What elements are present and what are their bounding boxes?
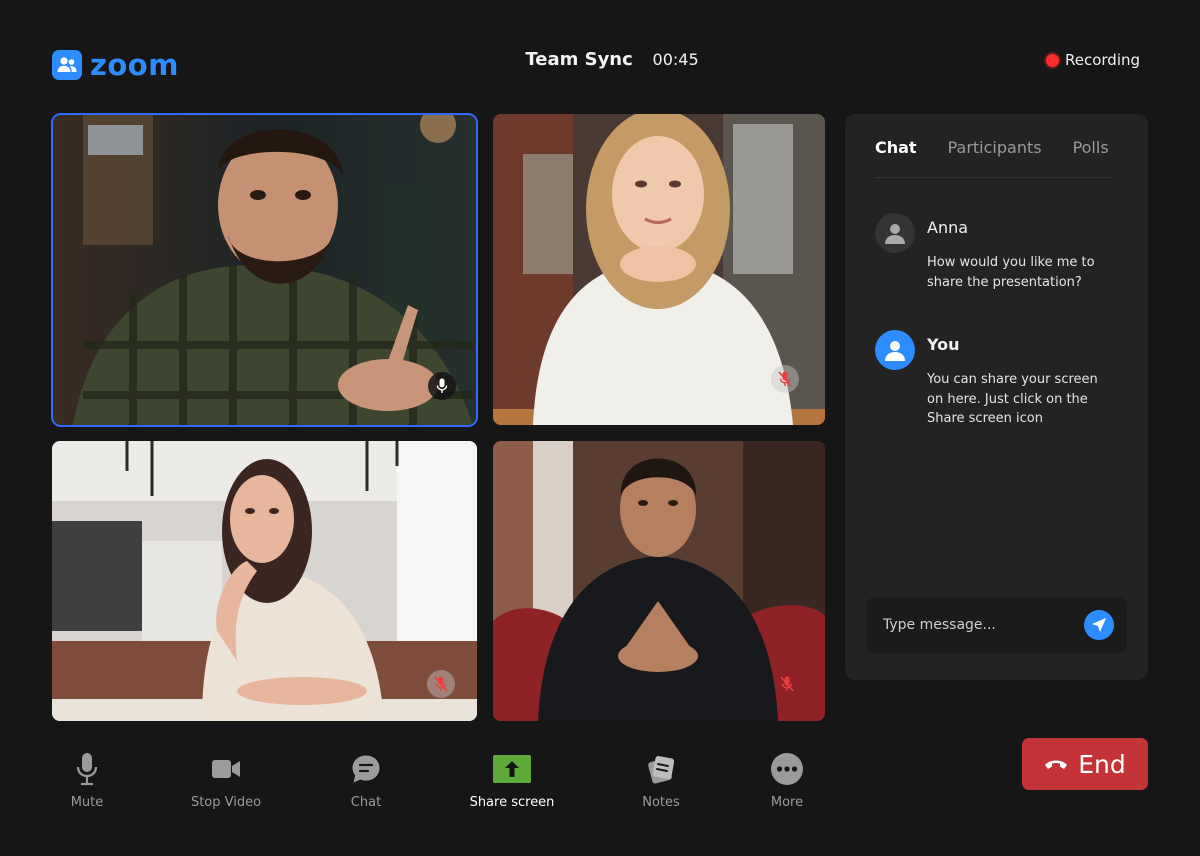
video-tile-participant-3[interactable] (52, 441, 477, 721)
avatar-self-icon (875, 330, 915, 370)
recording-label: Recording (1065, 51, 1141, 69)
avatar-default-icon (875, 213, 915, 253)
chat-label: Chat (350, 795, 382, 810)
microphone-icon (27, 750, 147, 788)
notes-label: Notes (642, 795, 680, 810)
hang-up-phone-icon (1045, 760, 1068, 769)
mic-muted-icon (771, 365, 799, 393)
tab-participants[interactable]: Participants (948, 138, 1042, 177)
video-camera-icon (166, 750, 286, 788)
message-text: How would you like me to share the prese… (927, 255, 1095, 290)
video-tile-participant-2[interactable] (493, 114, 825, 425)
message-sender: You (927, 335, 960, 354)
message-sender: Anna (927, 218, 969, 237)
tab-chat[interactable]: Chat (875, 138, 917, 177)
message-input[interactable] (883, 597, 1073, 653)
message-composer (867, 597, 1127, 653)
chat-button[interactable]: Chat (306, 750, 426, 810)
video-tile-participant-4[interactable] (493, 441, 825, 721)
notes-button[interactable]: Notes (601, 750, 721, 810)
share-screen-icon (452, 750, 572, 788)
tab-polls[interactable]: Polls (1073, 138, 1109, 177)
notes-icon (601, 750, 721, 788)
meeting-header: Team Sync 00:45 (0, 49, 1200, 70)
share-screen-button[interactable]: Share screen (452, 750, 572, 810)
stop-video-button[interactable]: Stop Video (166, 750, 286, 810)
more-dots-icon (727, 750, 847, 788)
more-button[interactable]: More (727, 750, 847, 810)
end-label: End (1078, 749, 1126, 779)
mute-label: Mute (70, 795, 104, 810)
meeting-timer: 00:45 (652, 50, 699, 69)
more-label: More (770, 795, 804, 810)
end-meeting-button[interactable]: End (1022, 738, 1148, 790)
recording-dot-icon (1046, 53, 1059, 67)
chat-bubble-icon (306, 750, 426, 788)
participant-3-video-feed (52, 441, 477, 721)
recording-indicator: Recording (1046, 51, 1140, 69)
mic-muted-icon (773, 670, 801, 698)
message-text: You can share your screen on here. Just … (927, 372, 1098, 426)
mic-on-icon (428, 372, 456, 400)
speaker-video-feed (53, 115, 476, 425)
share-screen-label: Share screen (469, 795, 555, 810)
meeting-title: Team Sync (525, 49, 633, 70)
send-icon (1092, 618, 1106, 632)
mic-muted-icon (427, 670, 455, 698)
video-tile-speaker[interactable] (51, 113, 478, 427)
panel-tabs: Chat Participants Polls (875, 138, 1112, 178)
side-panel: Chat Participants Polls Anna How would y… (845, 114, 1148, 680)
send-button[interactable] (1084, 610, 1114, 640)
stop-video-label: Stop Video (190, 795, 262, 810)
mute-button[interactable]: Mute (27, 750, 147, 810)
